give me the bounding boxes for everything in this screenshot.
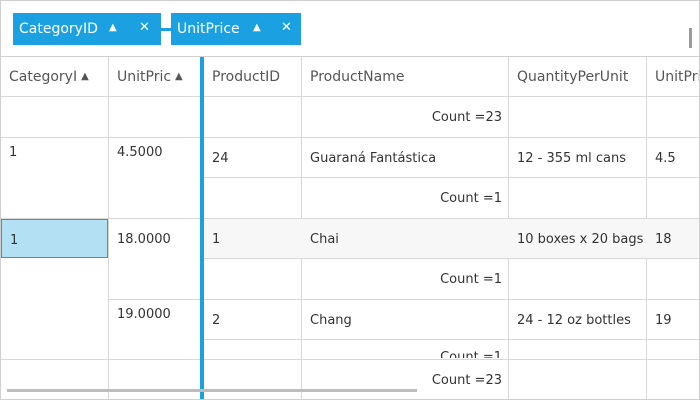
sort-ascending-icon: ▲	[81, 71, 89, 82]
row-divider	[109, 299, 699, 300]
column-header-label: UnitPric	[655, 68, 699, 85]
row-divider	[1, 137, 699, 138]
close-icon[interactable]: ✕	[281, 20, 292, 35]
grid-line	[108, 360, 109, 399]
column-header-quantityperunit[interactable]: QuantityPerUnit	[509, 57, 647, 97]
vertical-scrollbar-thumb[interactable]	[689, 28, 692, 48]
group-chip-categoryid[interactable]: CategoryID ▲ ✕	[13, 13, 161, 45]
cell-productname[interactable]: Chai	[302, 232, 508, 247]
cell-productid[interactable]: 1	[204, 232, 301, 247]
column-header-categoryid[interactable]: CategoryI ▲	[1, 57, 109, 97]
group-chip-unitprice[interactable]: UnitPrice ▲ ✕	[171, 13, 301, 45]
group-summary-count: Count =23	[431, 110, 502, 125]
grid-line	[646, 360, 647, 399]
group-drop-panel: CategoryID ▲ ✕ UnitPrice ▲ ✕	[1, 1, 699, 57]
group-summary-count: Count =1	[440, 272, 502, 287]
close-icon[interactable]: ✕	[139, 20, 150, 35]
group-caption-unitprice[interactable]: 19.0000	[109, 307, 201, 322]
cell-unitprice[interactable]: 19	[647, 313, 699, 328]
column-header-productid[interactable]: ProductID	[204, 57, 302, 97]
grid-line	[508, 360, 509, 399]
column-header-label: ProductID	[212, 68, 281, 85]
column-header-label: CategoryI	[9, 68, 78, 85]
group-chip-label: UnitPrice	[177, 21, 240, 37]
cell-unitprice[interactable]: 18	[647, 232, 699, 247]
sort-ascending-icon[interactable]: ▲	[109, 22, 117, 33]
group-caption-unitprice[interactable]: 4.5000	[109, 145, 201, 160]
cell-quantityperunit[interactable]: 12 - 355 ml cans	[509, 151, 646, 166]
column-header-label: QuantityPerUnit	[517, 68, 629, 85]
frozen-column-divider	[200, 57, 204, 399]
column-header-unitprice[interactable]: UnitPric ▲	[109, 57, 201, 97]
cell-unitprice[interactable]: 4.5	[647, 151, 699, 166]
sort-ascending-icon[interactable]: ▲	[253, 22, 261, 33]
column-header-label: UnitPric	[117, 68, 172, 85]
group-chip-label: CategoryID	[19, 21, 98, 37]
group-caption-unitprice[interactable]: 18.0000	[109, 232, 201, 247]
horizontal-scrollbar-thumb[interactable]	[7, 389, 417, 392]
row-divider	[204, 339, 699, 340]
cell-quantityperunit[interactable]: 24 - 12 oz bottles	[509, 313, 646, 328]
cell-productid[interactable]: 24	[204, 151, 301, 166]
cell-productname[interactable]: Chang	[302, 313, 508, 328]
sort-ascending-icon: ▲	[175, 71, 183, 82]
group-caption-categoryid[interactable]: 1	[1, 145, 108, 160]
table-summary-count: Count =23	[431, 373, 502, 388]
column-header-label: ProductName	[310, 68, 405, 85]
cell-productid[interactable]: 2	[204, 313, 301, 328]
column-header-productname[interactable]: ProductName	[302, 57, 509, 97]
column-header-unitprice-2[interactable]: UnitPric	[647, 57, 699, 97]
group-summary-count: Count =1	[440, 350, 502, 358]
group-summary-count: Count =1	[440, 191, 502, 206]
row-divider	[204, 258, 699, 259]
data-grid: CategoryID ▲ ✕ UnitPrice ▲ ✕ CategoryI ▲…	[0, 0, 700, 400]
row-divider	[204, 177, 699, 178]
grid-line	[108, 97, 109, 399]
selected-cell-categoryid[interactable]: 1	[1, 219, 108, 258]
group-connector	[161, 28, 171, 31]
cell-quantityperunit[interactable]: 10 boxes x 20 bags	[509, 232, 646, 247]
cell-productname[interactable]: Guaraná Fantástica	[302, 151, 508, 166]
